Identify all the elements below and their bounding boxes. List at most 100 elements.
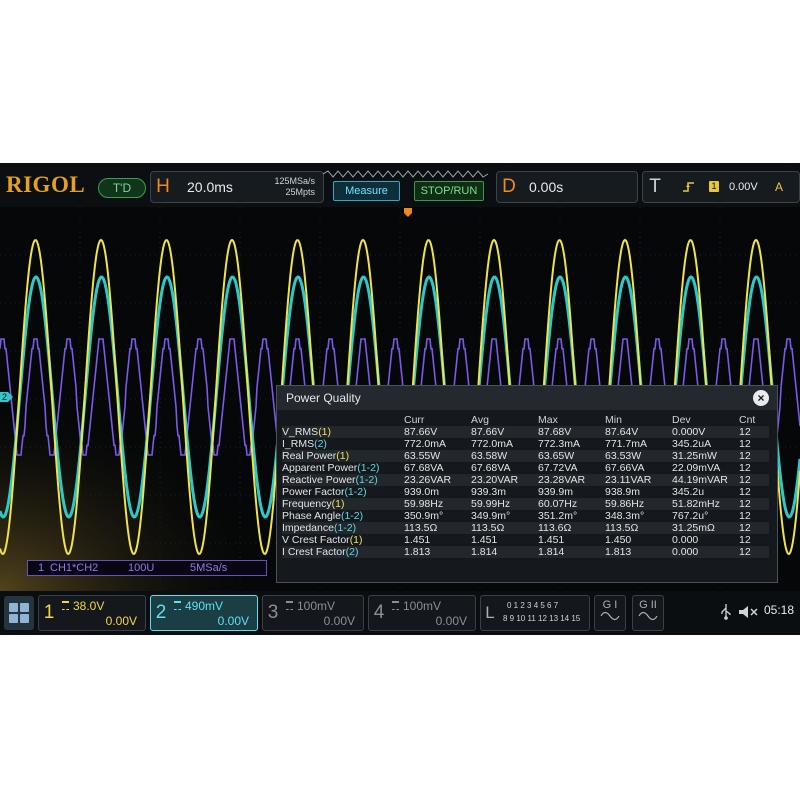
trigger-level: 0.00V — [729, 181, 758, 193]
cell-max: 113.6Ω — [538, 522, 605, 534]
channel-4-button[interactable]: 4 100mV 0.00V — [368, 595, 476, 631]
bottom-channel-bar: 1 38.0V 0.00V 2 490mV 0.00V 3 100mV 0.00V 4 100mV 0… — [0, 591, 800, 635]
channel-2-button[interactable]: 2 490mV 0.00V — [150, 595, 258, 631]
horizontal-panel[interactable]: H 20.0ms 125MSa/s 25Mpts — [150, 171, 324, 203]
channel2-offset-label: 2 — [2, 392, 7, 402]
channel-scale: 490mV — [185, 599, 224, 613]
cell-max: 23.28VAR — [538, 474, 605, 486]
cell-min: 938.9m — [605, 486, 641, 498]
measurement-source: (1-2) — [344, 486, 367, 498]
delay-panel[interactable]: D 0.00s — [496, 171, 638, 203]
clock-time: 05:18 — [764, 603, 795, 617]
measurement-name: Impedance(1-2) — [282, 522, 404, 534]
cell-curr: 1.451 — [404, 534, 431, 546]
delay-value: 0.00s — [529, 179, 564, 195]
cell-avg: 1.451 — [471, 534, 498, 546]
cell-curr: 113.5Ω — [404, 522, 471, 534]
measurement-name: Phase Angle(1-2) — [282, 510, 404, 522]
home-menu-button[interactable] — [4, 596, 34, 630]
measure-button[interactable]: Measure — [333, 181, 400, 201]
cell-curr: 59.98Hz — [404, 498, 471, 510]
logic-channels-row1: 0 1 2 3 4 5 6 7 — [507, 601, 559, 610]
channel-1-button[interactable]: 1 38.0V 0.00V — [38, 595, 146, 631]
trigger-panel[interactable]: T 1 0.00V A — [642, 171, 800, 203]
dc-coupling-icon — [174, 601, 181, 610]
cell-cnt: 12 — [739, 462, 751, 474]
table-row: Apparent Power(1-2) 67.68VA 67.68VA 67.72VA… — [282, 462, 769, 474]
channel-offset: 0.00V — [435, 614, 467, 628]
speaker-mute-icon[interactable] — [738, 605, 760, 619]
cell-max: 60.07Hz — [538, 498, 605, 510]
column-header: Avg — [471, 414, 489, 426]
math-channel-label[interactable]: 1 CH1*CH2 100U 5MSa/s — [27, 560, 267, 576]
trigger-position-marker[interactable] — [404, 208, 412, 217]
cell-curr: 23.26VAR — [404, 474, 471, 486]
measurement-source: (1-2) — [333, 522, 357, 534]
cell-max: 63.65W — [538, 450, 605, 462]
channel-offset: 0.00V — [105, 614, 137, 628]
cell-dev: 44.19mVAR — [672, 474, 739, 486]
cell-dev: 31.25mW — [672, 450, 739, 462]
cell-max: 67.72VA — [538, 462, 578, 474]
cell-dev: 22.09mVA — [672, 462, 721, 474]
cell-cnt: 12 — [739, 522, 769, 534]
table-row: Phase Angle(1-2) 350.9m° 349.9m° 351.2m° 348… — [282, 510, 769, 522]
column-header: Max — [538, 414, 558, 426]
trigger-status-pill[interactable]: T'D — [98, 178, 146, 198]
cell-curr: 87.66V — [404, 426, 471, 438]
cell-dev: 767.2u° — [672, 510, 709, 522]
cell-min: 87.64V — [605, 426, 672, 438]
generator2-button[interactable]: G II — [632, 595, 664, 631]
cell-dev: 0.000V — [672, 426, 739, 438]
measurement-label: Real Power — [282, 450, 337, 462]
cell-cnt: 12 — [739, 438, 751, 450]
cell-avg: 23.20VAR — [471, 474, 538, 486]
cell-min: 63.53W — [605, 450, 672, 462]
sine-wave-icon — [600, 611, 620, 621]
measurement-source: (1-2) — [355, 474, 378, 486]
table-row: I_RMS(2) 772.0mA 772.0mA 772.3mA 771.7mA 345.… — [282, 438, 769, 450]
measurement-source: (2) — [314, 438, 327, 450]
channel-number: 2 — [155, 602, 167, 623]
power-quality-table: Curr Avg Max Min Dev Cnt V_RMS(1) 87.66V 8… — [282, 414, 769, 558]
measurement-label: I Crest Factor — [282, 546, 346, 558]
sample-rate: 125MSa/s — [274, 176, 315, 186]
cell-curr: 350.9m° — [404, 510, 444, 522]
measurement-label: Impedance — [282, 522, 334, 534]
stop-run-button[interactable]: STOP/RUN — [414, 181, 484, 201]
measurement-name: Power Factor(1-2) — [282, 486, 404, 498]
measurement-name: I Crest Factor(2) — [282, 546, 404, 558]
close-icon[interactable]: × — [753, 390, 769, 406]
measurement-label: V_RMS — [282, 426, 319, 438]
trigger-letter: T — [649, 176, 661, 197]
cell-min: 1.813 — [605, 546, 672, 558]
cell-cnt: 12 — [739, 534, 751, 546]
table-row: V Crest Factor(1) 1.451 1.451 1.451 1.450 0.0… — [282, 534, 769, 546]
measurement-label: I_RMS — [282, 438, 315, 450]
math-sample-rate: 5MSa/s — [190, 562, 228, 574]
cell-avg: 349.9m° — [471, 510, 511, 522]
measurement-source: (1) — [349, 534, 363, 546]
generator1-button[interactable]: G I — [594, 595, 626, 631]
cell-curr: 772.0mA — [404, 438, 447, 450]
grid-icon — [20, 603, 29, 612]
measurement-label: Frequency — [282, 498, 332, 510]
column-header: Cnt — [739, 414, 756, 426]
cell-min: 23.11VAR — [605, 474, 672, 486]
measurement-name: Real Power(1) — [282, 450, 404, 462]
channel-3-button[interactable]: 3 100mV 0.00V — [262, 595, 364, 631]
cell-max: 772.3mA — [538, 438, 581, 450]
timebase-value: 20.0ms — [187, 179, 233, 195]
channel-scale: 38.0V — [73, 599, 105, 613]
channel-offset: 0.00V — [323, 614, 355, 628]
math-expression: CH1*CH2 — [50, 562, 99, 574]
logic-analyzer-panel[interactable]: L 0 1 2 3 4 5 6 7 8 9 10 11 12 13 14 15 — [480, 595, 590, 631]
column-header: Curr — [404, 414, 425, 426]
measurement-label: Power Factor — [282, 486, 345, 498]
column-header: Min — [605, 414, 622, 426]
power-quality-rows: V_RMS(1) 87.66V 87.66V 87.68V 87.64V 0.000V 12… — [282, 426, 769, 558]
cell-cnt: 12 — [739, 498, 769, 510]
measurement-label: V Crest Factor — [282, 534, 350, 546]
sine-wave-icon — [638, 611, 658, 621]
cell-min: 1.450 — [605, 534, 632, 546]
